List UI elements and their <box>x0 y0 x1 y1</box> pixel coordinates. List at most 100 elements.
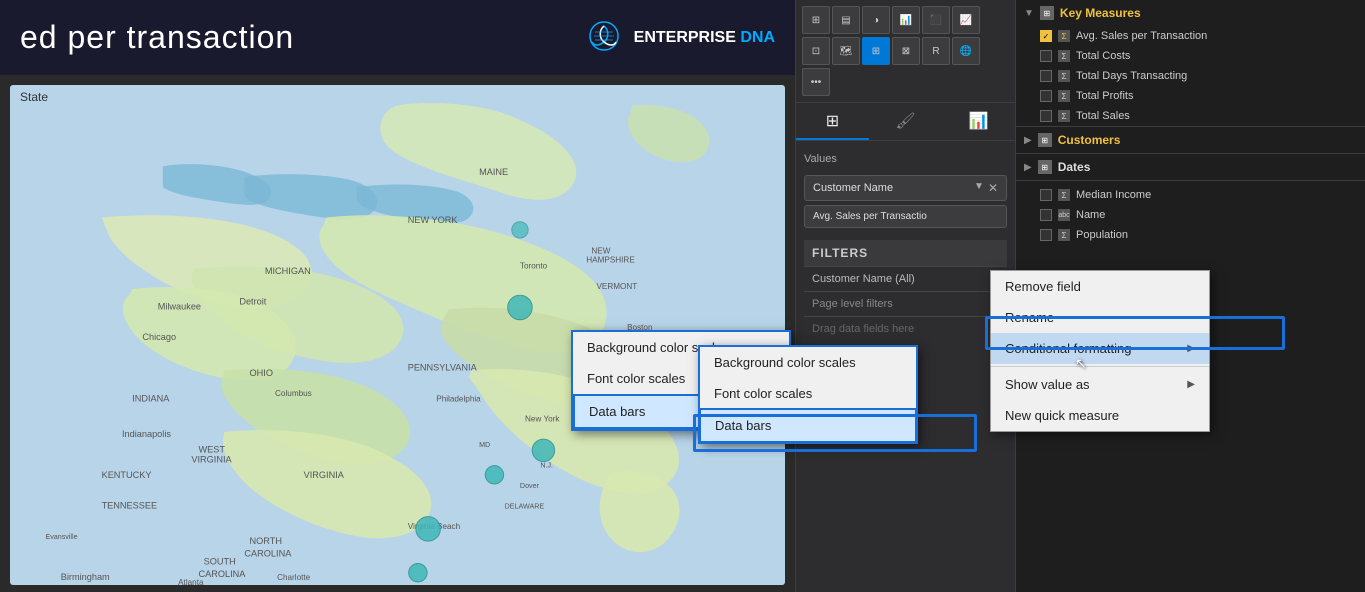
field-group-customers-header[interactable]: ▶ ⊞ Customers <box>1016 127 1365 153</box>
field-item-total-profits[interactable]: Σ Total Profits <box>1016 86 1365 106</box>
rename-item[interactable]: Rename <box>991 302 1209 333</box>
svg-text:CAROLINA: CAROLINA <box>199 569 247 579</box>
total-sales-checkbox[interactable] <box>1040 110 1052 122</box>
svg-text:Columbus: Columbus <box>275 389 312 398</box>
field-group-dates-header[interactable]: ▶ ⊞ Dates <box>1016 154 1365 180</box>
toolbar-btn-8[interactable]: 🗺 <box>832 37 860 65</box>
total-costs-label: Total Costs <box>1076 50 1357 62</box>
field-item-population[interactable]: Σ Population <box>1016 225 1365 245</box>
toolbar-btn-3[interactable]: ◑ <box>862 6 890 34</box>
show-value-as-label: Show value as <box>1005 377 1090 392</box>
new-quick-measure-label: New quick measure <box>1005 408 1119 423</box>
customer-name-close-icon[interactable]: ✕ <box>988 181 998 195</box>
conditional-formatting-label: Conditional formatting <box>1005 341 1131 356</box>
avg-sales-checkbox[interactable] <box>1040 30 1052 42</box>
field-group-customers: ▶ ⊞ Customers <box>1016 127 1365 154</box>
svg-text:Detroit: Detroit <box>239 296 266 306</box>
sigma-icon-3: Σ <box>1058 70 1070 82</box>
tab-analytics[interactable]: 📊 <box>942 103 1015 140</box>
font-color-scales-menu-item[interactable]: Font color scales <box>700 378 916 409</box>
page-title: ed per transaction <box>20 19 294 56</box>
logo-area: ENTERPRISE DNA <box>584 18 775 58</box>
customers-table-icon: ⊞ <box>1038 133 1052 147</box>
ctx-secondary-menu[interactable]: Background color scales Font color scale… <box>698 345 918 444</box>
svg-text:VERMONT: VERMONT <box>596 282 637 291</box>
toolbar-btn-9[interactable]: ⊞ <box>862 37 890 65</box>
toolbar-btn-5[interactable]: ⬛ <box>922 6 950 34</box>
total-costs-checkbox[interactable] <box>1040 50 1052 62</box>
svg-text:NEW: NEW <box>591 246 610 255</box>
svg-text:TENNESSEE: TENNESSEE <box>102 500 158 510</box>
values-section: Values Customer Name ▼ ✕ Avg. Sales per … <box>796 141 1015 240</box>
median-income-checkbox[interactable] <box>1040 189 1052 201</box>
avg-sales-pill[interactable]: Avg. Sales per Transactio <box>804 205 1007 228</box>
bg-color-scales-menu-item[interactable]: Background color scales <box>700 347 916 378</box>
data-bars-menu-item[interactable]: Data bars <box>699 408 917 443</box>
population-checkbox[interactable] <box>1040 229 1052 241</box>
filters-section: FILTERS Customer Name (All) Page level f… <box>804 240 1007 341</box>
expand-arrow-icon: ▶ <box>1024 135 1032 146</box>
toolbar-btn-6[interactable]: 📈 <box>952 6 980 34</box>
toolbar-btn-7[interactable]: ⊡ <box>802 37 830 65</box>
population-label: Population <box>1076 229 1357 241</box>
key-measures-label: Key Measures <box>1060 6 1357 20</box>
rename-label: Rename <box>1005 310 1054 325</box>
toolbar-btn-12[interactable]: 🌐 <box>952 37 980 65</box>
menu-divider <box>991 366 1209 367</box>
total-profits-label: Total Profits <box>1076 90 1357 102</box>
svg-text:WEST: WEST <box>199 444 226 454</box>
field-group-key-measures: ▼ ⊞ Key Measures Σ Avg. Sales per Transa… <box>1016 0 1365 127</box>
collapse-arrow-icon: ▼ <box>1024 8 1034 19</box>
dates-expand-arrow-icon: ▶ <box>1024 162 1032 173</box>
dates-label: Dates <box>1058 160 1357 174</box>
field-item-total-days[interactable]: Σ Total Days Transacting <box>1016 66 1365 86</box>
customer-name-pill[interactable]: Customer Name ▼ ✕ <box>804 175 1007 201</box>
svg-text:Atlanta: Atlanta <box>178 578 204 585</box>
toolbar-btn-11[interactable]: R <box>922 37 950 65</box>
show-value-as-item[interactable]: Show value as ▶ <box>991 369 1209 400</box>
toolbar-btn-1[interactable]: ⊞ <box>802 6 830 34</box>
svg-text:VIRGINIA: VIRGINIA <box>191 455 232 465</box>
avg-sales-field-label: Avg. Sales per Transaction <box>1076 30 1357 42</box>
ctx-menu-main[interactable]: Remove field Rename Conditional formatti… <box>990 270 1210 432</box>
total-days-checkbox[interactable] <box>1040 70 1052 82</box>
svg-text:New York: New York <box>525 415 560 424</box>
toolbar-btn-13[interactable]: ••• <box>802 68 830 96</box>
svg-text:Toronto: Toronto <box>520 262 548 271</box>
values-label: Values <box>804 149 1007 169</box>
svg-text:N.J.: N.J. <box>540 462 553 470</box>
text-icon-name: abc <box>1058 209 1070 221</box>
field-item-median-income[interactable]: Σ Median Income <box>1016 185 1365 205</box>
tab-format[interactable]: 🖌 <box>869 103 942 140</box>
svg-text:NORTH: NORTH <box>250 536 282 546</box>
dna-logo-icon <box>584 18 624 58</box>
total-profits-checkbox[interactable] <box>1040 90 1052 102</box>
field-item-total-sales[interactable]: Σ Total Sales <box>1016 106 1365 126</box>
svg-text:Evansville: Evansville <box>45 533 77 541</box>
toolbar-btn-10[interactable]: ⊠ <box>892 37 920 65</box>
field-group-key-measures-header[interactable]: ▼ ⊞ Key Measures <box>1016 0 1365 26</box>
svg-text:Charlotte: Charlotte <box>277 573 311 582</box>
conditional-formatting-item[interactable]: Conditional formatting ▶ <box>991 333 1209 364</box>
svg-text:CAROLINA: CAROLINA <box>244 548 292 558</box>
submenu-arrow-icon-2: ▶ <box>1187 379 1195 390</box>
page-level-filters-label: Page level filters <box>804 291 1007 316</box>
new-quick-measure-item[interactable]: New quick measure <box>991 400 1209 431</box>
data-bars-menu-label: Data bars <box>715 418 771 433</box>
svg-text:MAINE: MAINE <box>479 167 508 177</box>
field-item-total-costs[interactable]: Σ Total Costs <box>1016 46 1365 66</box>
toolbar-btn-2[interactable]: ▤ <box>832 6 860 34</box>
name-checkbox[interactable] <box>1040 209 1052 221</box>
viz-tabs: ⊞ 🖌 📊 <box>796 103 1015 141</box>
svg-text:HAMPSHIRE: HAMPSHIRE <box>586 256 635 265</box>
median-income-label: Median Income <box>1076 189 1357 201</box>
remove-field-item[interactable]: Remove field <box>991 271 1209 302</box>
chevron-down-icon[interactable]: ▼ <box>974 181 984 195</box>
svg-text:PENNSYLVANIA: PENNSYLVANIA <box>408 363 478 373</box>
toolbar-btn-4[interactable]: 📊 <box>892 6 920 34</box>
filter-customer-name[interactable]: Customer Name (All) <box>804 266 1007 291</box>
field-item-avg-sales[interactable]: Σ Avg. Sales per Transaction <box>1016 26 1365 46</box>
field-item-name[interactable]: abc Name <box>1016 205 1365 225</box>
tab-fields[interactable]: ⊞ <box>796 103 869 140</box>
data-bars-label: Data bars <box>589 404 645 419</box>
